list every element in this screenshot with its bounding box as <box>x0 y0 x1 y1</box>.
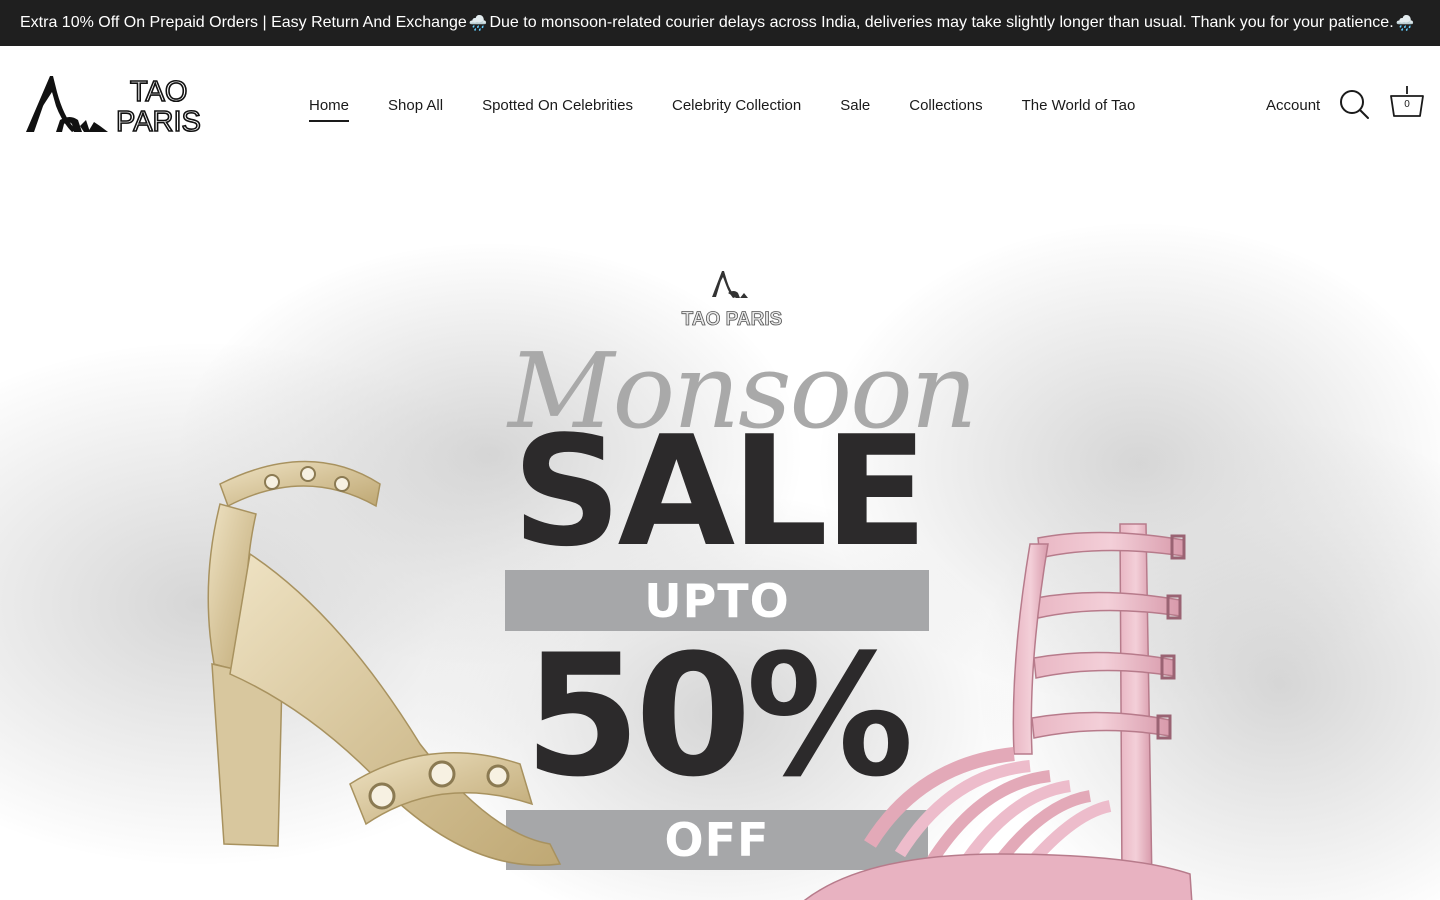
hero-brand-logo: TAO PARIS <box>681 271 783 330</box>
search-button[interactable] <box>1338 88 1370 120</box>
announcement-text-delay: Due to monsoon-related courier delays ac… <box>489 14 1394 31</box>
logo-text-paris: PARIS <box>116 106 201 136</box>
search-icon <box>1340 90 1369 119</box>
nav-item-sale[interactable]: Sale <box>840 97 870 122</box>
brand-logo[interactable]: TAO PARIS <box>24 74 220 139</box>
announcement-bar: Extra 10% Off On Prepaid Orders | Easy R… <box>0 0 1440 46</box>
eiffel-logo-icon: TAO PARIS <box>26 75 202 139</box>
nav-item-collections[interactable]: Collections <box>909 97 982 122</box>
cart-button[interactable]: 0 <box>1389 84 1425 120</box>
cart-count-badge: 0 <box>1404 99 1410 110</box>
nav-item-world-of-tao[interactable]: The World of Tao <box>1022 97 1136 122</box>
nav-item-shop-all[interactable]: Shop All <box>388 97 443 122</box>
nav-item-celebrity-collection[interactable]: Celebrity Collection <box>672 97 801 122</box>
account-link[interactable]: Account <box>1266 97 1320 114</box>
site-header: TAO PARIS Home Shop All Spotted On Celeb… <box>0 46 1440 164</box>
gold-heel-sandal-image <box>207 460 562 866</box>
rain-cloud-icon: 🌧️ <box>468 15 488 32</box>
rain-cloud-icon: 🌧️ <box>1395 15 1415 32</box>
hero-banner[interactable]: TAO PARIS Monsoon SALE UPTO 50% OFF <box>0 164 1440 900</box>
off-text: OFF <box>664 813 770 867</box>
nav-item-home[interactable]: Home <box>309 97 350 122</box>
main-nav: Home Shop All Spotted On Celebrities Cel… <box>309 97 1174 122</box>
logo-text-tao: TAO <box>130 76 187 108</box>
pink-gladiator-sandal-image <box>803 523 1193 900</box>
announcement-text-offer: Extra 10% Off On Prepaid Orders | Easy R… <box>20 14 467 31</box>
hero-brand-text: TAO PARIS <box>682 309 783 330</box>
nav-item-spotted-on-celebrities[interactable]: Spotted On Celebrities <box>482 97 633 122</box>
